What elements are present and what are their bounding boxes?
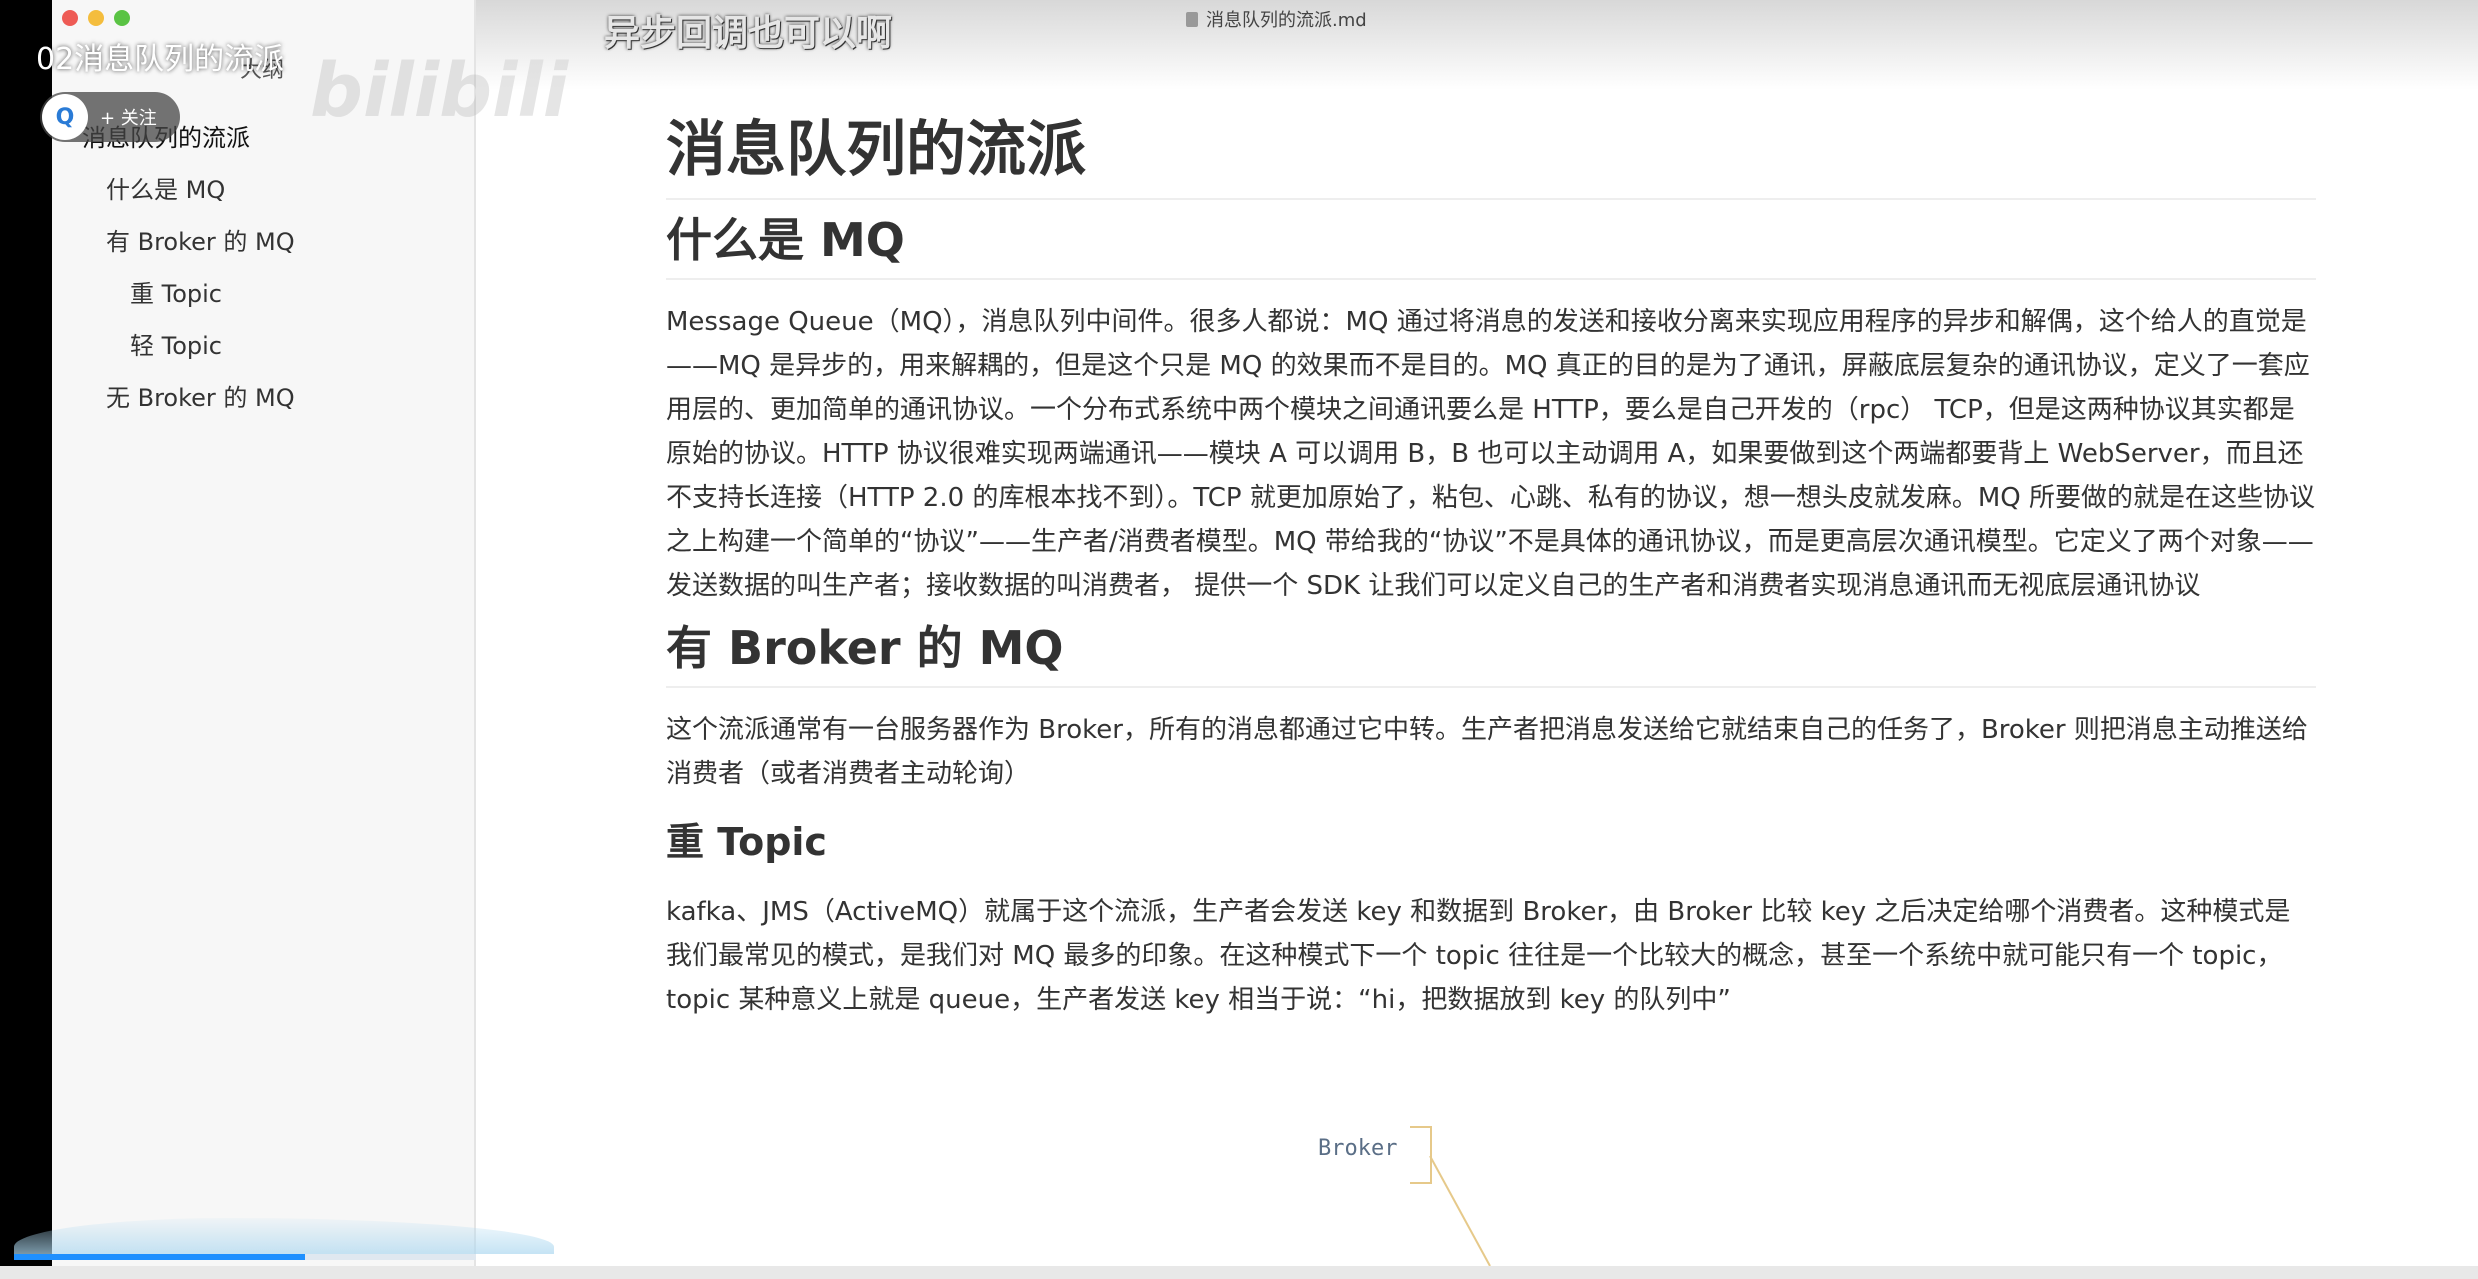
document-content: 消息队列的流派 什么是 MQ Message Queue（MQ），消息队列中间件… (666, 110, 2316, 1022)
minimize-window-icon[interactable] (88, 10, 104, 26)
close-window-icon[interactable] (62, 10, 78, 26)
outline-item-broker-mq[interactable]: 有 Broker 的 MQ (106, 222, 295, 257)
section-paragraph-heavy-topic: kafka、JMS（ActiveMQ）就属于这个流派，生产者会发送 key 和数… (666, 897, 2291, 1015)
outline-item-what-is-mq[interactable]: 什么是 MQ (106, 170, 225, 205)
uploader-avatar: Q (42, 94, 88, 140)
broker-label: Broker (1318, 1136, 1398, 1161)
video-progress-bar[interactable] (14, 1254, 476, 1260)
section-paragraph-what-is-mq: Message Queue（MQ），消息队列中间件。很多人都说：MQ 通过将消息… (666, 307, 2316, 601)
section-paragraph-broker-mq: 这个流派通常有一台服务器作为 Broker，所有的消息都通过它中转。生产者把消息… (666, 715, 2308, 789)
doc-title: 消息队列的流派 (666, 110, 2316, 200)
window-title-text: 消息队列的流派.md (1206, 10, 1367, 31)
broker-node (1410, 1126, 1432, 1184)
broker-diagram: Broker (1310, 1120, 1610, 1279)
video-title: 02消息队列的流派 (36, 42, 285, 77)
window-title: 消息队列的流派.md (1186, 6, 1367, 32)
outline-item-light-topic[interactable]: 轻 Topic (130, 326, 222, 361)
section-title-broker-mq: 有 Broker 的 MQ (666, 616, 2316, 688)
video-left-bar (0, 0, 52, 1279)
outline-item-brokerless-mq[interactable]: 无 Broker 的 MQ (106, 378, 295, 413)
document-icon (1186, 11, 1198, 27)
section-title-heavy-topic: 重 Topic (666, 820, 827, 864)
outline-item-heavy-topic[interactable]: 重 Topic (130, 274, 222, 309)
follow-label: + 关注 (100, 108, 157, 129)
follow-button[interactable]: Q + 关注 (40, 92, 180, 142)
zoom-window-icon[interactable] (114, 10, 130, 26)
video-progress-fill (14, 1254, 306, 1260)
window-bottom-edge (0, 1266, 2478, 1279)
video-subtitle: 异步回调也可以啊 (604, 13, 893, 54)
section-title-what-is-mq: 什么是 MQ (666, 208, 2316, 280)
